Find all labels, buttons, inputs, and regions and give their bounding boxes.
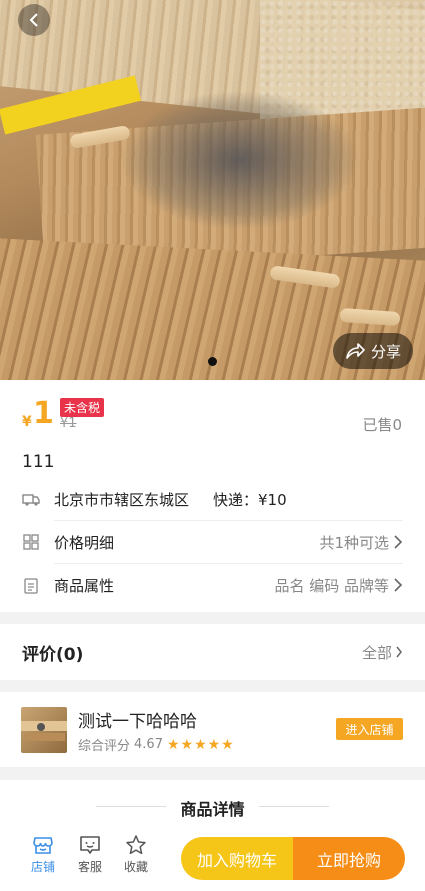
chevron-right-icon [396,646,402,658]
review-title: 评价(0) [22,644,84,665]
tab-favorite[interactable]: 收藏 [116,834,156,875]
shipping-fee: 快递：¥10 [213,490,287,509]
store-score-value: 4.67 [134,737,163,752]
price-detail-row[interactable]: 价格明细 共1种可选 [22,521,403,563]
review-all-link[interactable]: 全部 [362,642,403,663]
store-score-label: 综合评分 [78,739,131,754]
tab-store[interactable]: 店铺 [23,834,63,875]
tab-service[interactable]: 客服 [70,834,110,875]
sold-count: 已售0 [362,416,402,434]
tab-service-label: 客服 [77,860,102,874]
share-icon [346,343,365,359]
store-name[interactable]: 测试一下哈哈哈 [78,707,197,732]
price-detail-value: 共1种可选 [319,533,389,552]
review-all-label: 全部 [361,643,392,662]
carousel-indicator [208,357,217,366]
attributes-label: 商品属性 [54,576,115,595]
store-rating: 综合评分 4.67 ★★★★★ [78,735,235,755]
buy-now-button[interactable]: 立即抢购 [293,837,405,880]
share-button[interactable]: 分享 [333,333,413,369]
chat-icon [80,836,100,854]
chevron-right-icon [394,578,403,592]
shipping-location: 北京市市辖区东城区 [54,490,190,509]
truck-icon [22,490,40,508]
star-rating-icon: ★★★★★ [166,736,235,753]
product-price: 1 [33,396,54,431]
chevron-right-icon [394,535,403,549]
clipboard-icon [22,576,40,594]
enter-store-button[interactable]: 进入店铺 [336,718,403,740]
attributes-value: 品名 编码 品牌等 [274,576,389,595]
store-logo[interactable] [21,707,67,753]
price-detail-label: 价格明细 [54,533,115,552]
chevron-left-icon [29,13,38,27]
shipping-row: 北京市市辖区东城区 快递：¥10 [22,478,403,520]
tax-badge: 未含税 [60,398,105,417]
product-title: 111 [22,452,55,472]
store-icon [33,837,53,854]
grid-icon [22,533,40,551]
original-price: ¥1 [60,416,77,431]
product-detail-title: 商品详情 [180,800,245,819]
review-section[interactable]: 评价(0) 全部 [0,624,425,680]
currency-symbol: ¥ [22,414,32,430]
share-label: 分享 [370,342,401,361]
back-button[interactable] [18,4,50,36]
screws-pile [120,90,360,230]
star-icon [126,835,146,855]
tab-store-label: 店铺 [30,860,55,874]
attributes-row[interactable]: 商品属性 品名 编码 品牌等 [22,564,403,606]
add-to-cart-button[interactable]: 加入购物车 [181,837,293,880]
product-image[interactable] [0,0,425,380]
tab-favorite-label: 收藏 [123,860,148,874]
